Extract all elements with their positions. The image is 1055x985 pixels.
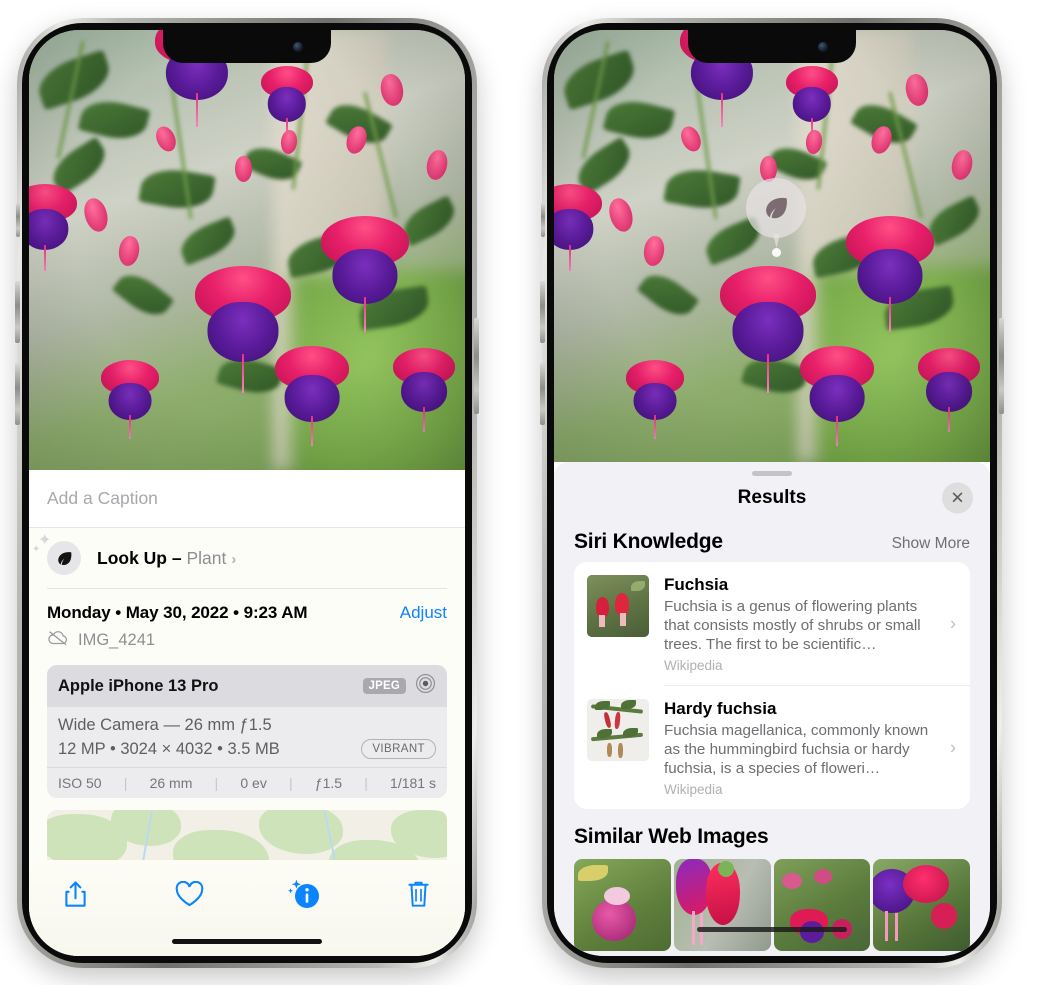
photo-vignette	[554, 30, 990, 462]
metadata-block: Monday • May 30, 2022 • 9:23 AM Adjust I…	[29, 589, 465, 651]
similar-images-grid	[554, 859, 990, 951]
photo-viewer[interactable]	[554, 30, 990, 462]
exif-separator: |	[364, 775, 368, 791]
volume-up-button[interactable]	[540, 281, 545, 343]
volume-down-button[interactable]	[15, 363, 20, 425]
result-thumbnail	[587, 575, 649, 637]
screen-right: Results ✕ Siri Knowledge Show More Fuchs…	[554, 30, 990, 956]
siri-knowledge-title: Siri Knowledge	[574, 530, 723, 553]
result-description: Fuchsia is a genus of flowering plants t…	[664, 598, 921, 653]
result-description: Fuchsia magellanica, commonly known as t…	[664, 722, 929, 777]
favorite-button[interactable]	[170, 874, 210, 914]
result-source: Wikipedia	[664, 782, 723, 797]
photo-info-sheet: Add a Caption ✦ ✦ Look Up – Plant › Mond…	[29, 470, 465, 956]
camera-card-header: Apple iPhone 13 Pro JPEG	[47, 665, 447, 707]
show-more-button[interactable]: Show More	[892, 535, 970, 553]
chevron-right-icon: ›	[950, 613, 956, 633]
results-sheet: Results ✕ Siri Knowledge Show More Fuchs…	[554, 462, 990, 956]
style-badge: VIBRANT	[361, 739, 436, 759]
home-indicator[interactable]	[172, 939, 322, 944]
volume-down-button[interactable]	[540, 363, 545, 425]
camera-specs-line: 12 MP • 3024 × 4032 • 3.5 MB	[58, 739, 280, 758]
badge-anchor-dot	[772, 248, 781, 257]
photo-date: Monday • May 30, 2022 • 9:23 AM	[47, 603, 308, 622]
look-up-dash: –	[171, 547, 182, 568]
chevron-right-icon: ›	[950, 737, 956, 757]
similar-web-images-header: Similar Web Images	[554, 809, 990, 855]
caption-placeholder: Add a Caption	[47, 488, 158, 508]
camera-device-name: Apple iPhone 13 Pro	[58, 676, 219, 695]
leaf-icon: ✦ ✦	[32, 533, 81, 575]
similar-image-item[interactable]	[773, 859, 871, 951]
adjust-button[interactable]: Adjust	[400, 603, 447, 623]
caption-field[interactable]: Add a Caption	[29, 470, 465, 528]
camera-lens-line: Wide Camera — 26 mm ƒ1.5	[58, 716, 272, 734]
exif-row: ISO 50 | 26 mm | 0 ev | ƒ1.5 | 1/181 s	[47, 767, 447, 798]
share-button[interactable]	[55, 874, 95, 914]
similar-image-item[interactable]	[574, 859, 671, 951]
visual-lookup-leaf-icon[interactable]	[746, 178, 806, 238]
info-button[interactable]	[284, 874, 324, 914]
mute-switch[interactable]	[541, 203, 545, 237]
exif-iso: ISO 50	[58, 775, 102, 791]
volume-up-button[interactable]	[15, 281, 20, 343]
exif-shutter: 1/181 s	[390, 775, 436, 791]
look-up-label: Look Up – Plant ›	[97, 548, 236, 569]
similar-image-item[interactable]	[873, 859, 970, 951]
front-camera-icon	[293, 42, 303, 52]
exif-separator: |	[123, 775, 128, 791]
photo-vignette	[29, 30, 465, 470]
exif-separator: |	[289, 775, 293, 791]
delete-button[interactable]	[399, 874, 439, 914]
look-up-title: Look Up	[97, 547, 167, 568]
close-icon[interactable]: ✕	[942, 482, 973, 514]
aperture-icon	[415, 673, 436, 699]
similar-web-images-title: Similar Web Images	[574, 825, 769, 848]
results-header: Results ✕	[554, 476, 990, 520]
cloud-slash-icon	[47, 630, 69, 651]
front-camera-icon	[818, 42, 828, 52]
result-title: Fuchsia	[664, 575, 729, 594]
siri-knowledge-header: Siri Knowledge Show More	[554, 520, 990, 562]
result-thumbnail	[587, 699, 649, 761]
knowledge-row[interactable]: Hardy fuchsia Fuchsia magellanica, commo…	[574, 686, 970, 809]
iphone-right: Results ✕ Siri Knowledge Show More Fuchs…	[540, 18, 1004, 968]
sparkle-small-icon: ✦	[32, 544, 41, 555]
screen-left: Add a Caption ✦ ✦ Look Up – Plant › Mond…	[29, 30, 465, 956]
exif-aperture: ƒ1.5	[314, 775, 343, 791]
exif-ev: 0 ev	[240, 775, 267, 791]
mute-switch[interactable]	[16, 203, 20, 237]
exif-focal: 26 mm	[149, 775, 193, 791]
home-indicator[interactable]	[697, 927, 847, 932]
power-button[interactable]	[999, 318, 1004, 414]
results-title: Results	[737, 487, 807, 508]
format-badge: JPEG	[362, 678, 406, 694]
look-up-row[interactable]: ✦ ✦ Look Up – Plant ›	[29, 528, 465, 588]
look-up-subject: Plant	[186, 547, 227, 568]
notch	[163, 30, 331, 63]
photo-filename: IMG_4241	[78, 631, 156, 649]
chevron-right-icon: ›	[231, 550, 237, 568]
result-title: Hardy fuchsia	[664, 699, 777, 718]
notch	[688, 30, 856, 63]
exif-separator: |	[214, 775, 219, 791]
screenshot-root: Add a Caption ✦ ✦ Look Up – Plant › Mond…	[0, 0, 1055, 985]
result-source: Wikipedia	[664, 658, 723, 673]
knowledge-card-list: Fuchsia Fuchsia is a genus of flowering …	[574, 562, 970, 809]
knowledge-row[interactable]: Fuchsia Fuchsia is a genus of flowering …	[574, 562, 970, 685]
similar-image-item[interactable]	[673, 859, 771, 951]
iphone-left: Add a Caption ✦ ✦ Look Up – Plant › Mond…	[15, 18, 479, 968]
camera-info-card[interactable]: Apple iPhone 13 Pro JPEG Wide Camera — 2…	[47, 665, 447, 798]
camera-card-body: Wide Camera — 26 mm ƒ1.5 12 MP • 3024 × …	[47, 707, 447, 767]
power-button[interactable]	[474, 318, 479, 414]
photo-viewer[interactable]	[29, 30, 465, 470]
